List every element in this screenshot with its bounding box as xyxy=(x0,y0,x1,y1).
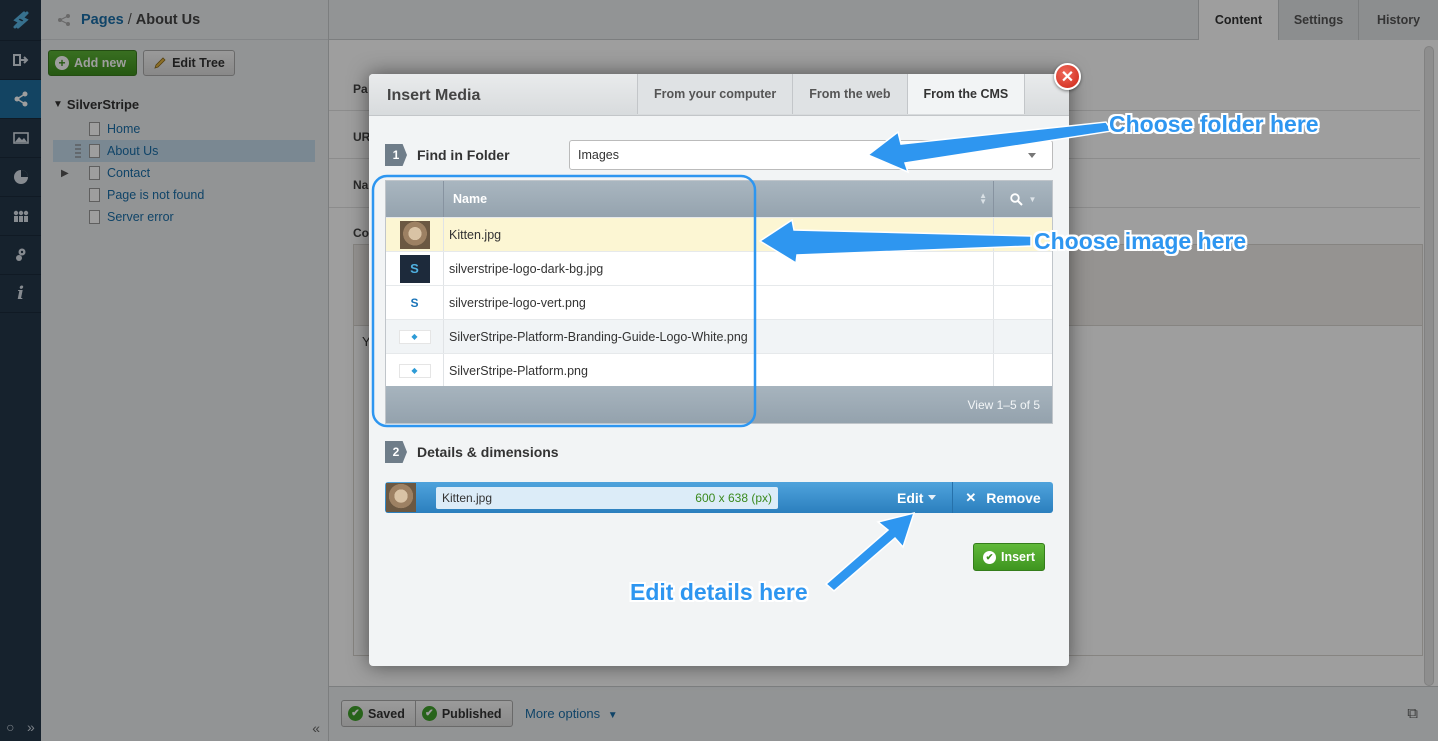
logo-dark-thumbnail: S xyxy=(399,254,430,283)
table-row[interactable]: Kitten.jpg xyxy=(386,217,1052,251)
thumb-cell: S xyxy=(386,286,444,319)
thumb-cell: S xyxy=(386,252,444,285)
thumb-column-header xyxy=(386,181,444,217)
file-name: SilverStripe-Platform.png xyxy=(444,354,994,387)
dialog-title: Insert Media xyxy=(387,87,481,104)
grid-header: Name ▲ ▼ ▼ xyxy=(386,181,1052,217)
name-column-header[interactable]: Name ▲ ▼ xyxy=(444,181,994,217)
logo-vert-thumbnail: S xyxy=(399,288,430,317)
platform-logo-thumbnail: ◆ xyxy=(398,363,431,378)
table-row[interactable]: S silverstripe-logo-dark-bg.jpg xyxy=(386,251,1052,285)
thumb-cell xyxy=(386,218,444,251)
selected-file-info: Kitten.jpg 600 x 638 (px) xyxy=(436,486,778,509)
file-name: SilverStripe-Platform-Branding-Guide-Log… xyxy=(444,320,994,353)
dialog-tabs: From your computer From the web From the… xyxy=(637,74,1026,114)
step-number: 1 xyxy=(385,144,407,166)
selected-file-dimensions: 600 x 638 (px) xyxy=(695,490,772,505)
dialog-header: Insert Media From your computer From the… xyxy=(369,74,1069,116)
insert-media-dialog: Insert Media From your computer From the… xyxy=(369,74,1069,666)
kitten-thumbnail xyxy=(399,220,430,249)
selected-file-name: Kitten.jpg xyxy=(442,490,493,505)
check-icon: ✔ xyxy=(982,550,996,564)
tab-from-web[interactable]: From the web xyxy=(792,74,907,114)
sort-icon[interactable]: ▲ ▼ xyxy=(979,192,987,206)
search-icon xyxy=(1009,192,1023,206)
annotation-edit: Edit details here xyxy=(630,579,808,605)
folder-value: Images xyxy=(578,148,619,162)
table-row[interactable]: ◆ SilverStripe-Platform.png xyxy=(386,353,1052,387)
annotation-image: Choose image here xyxy=(1034,228,1247,254)
kitten-thumbnail xyxy=(386,483,416,512)
caret-down-icon xyxy=(928,495,937,500)
annotation-folder: Choose folder here xyxy=(1109,111,1319,137)
dropdown-caret-icon xyxy=(1028,153,1036,158)
step-label: Details & dimensions xyxy=(417,444,559,460)
search-caret-icon: ▼ xyxy=(1028,194,1037,204)
grid-pagination: View 1–5 of 5 xyxy=(386,386,1052,423)
name-header-label: Name xyxy=(453,192,488,206)
step-number: 2 xyxy=(385,441,407,463)
step-find-folder: 1 Find in Folder xyxy=(385,144,510,166)
selected-file-bar: Kitten.jpg 600 x 638 (px) Edit ✕ Remove xyxy=(385,482,1053,513)
table-row[interactable]: S silverstripe-logo-vert.png xyxy=(386,285,1052,319)
files-grid: Name ▲ ▼ ▼ Kitten.jpg S silverstripe-logo… xyxy=(385,180,1053,424)
platform-logo-thumbnail: ◆ xyxy=(398,329,431,344)
table-row[interactable]: ◆ SilverStripe-Platform-Branding-Guide-L… xyxy=(386,319,1052,353)
file-name: Kitten.jpg xyxy=(444,218,994,251)
remove-button[interactable]: ✕ Remove xyxy=(952,482,1053,513)
insert-label: Insert xyxy=(1000,550,1036,564)
thumb-cell: ◆ xyxy=(386,354,444,387)
file-name: silverstripe-logo-vert.png xyxy=(444,286,994,319)
edit-details-button[interactable]: Edit xyxy=(897,482,937,513)
tab-from-computer[interactable]: From your computer xyxy=(637,74,793,114)
step-details: 2 Details & dimensions xyxy=(385,441,559,463)
file-name: silverstripe-logo-dark-bg.jpg xyxy=(444,252,994,285)
folder-dropdown[interactable]: Images xyxy=(569,140,1053,170)
remove-x-icon: ✕ xyxy=(965,489,977,505)
close-dialog-icon[interactable]: ✕ xyxy=(1054,63,1081,90)
grid-search-button[interactable]: ▼ xyxy=(994,181,1052,217)
remove-label: Remove xyxy=(986,489,1041,506)
edit-label: Edit xyxy=(897,489,924,506)
tab-from-cms[interactable]: From the CMS xyxy=(906,74,1026,114)
step-label: Find in Folder xyxy=(417,147,510,163)
thumb-cell: ◆ xyxy=(386,320,444,353)
insert-button[interactable]: ✔ Insert xyxy=(973,543,1045,571)
